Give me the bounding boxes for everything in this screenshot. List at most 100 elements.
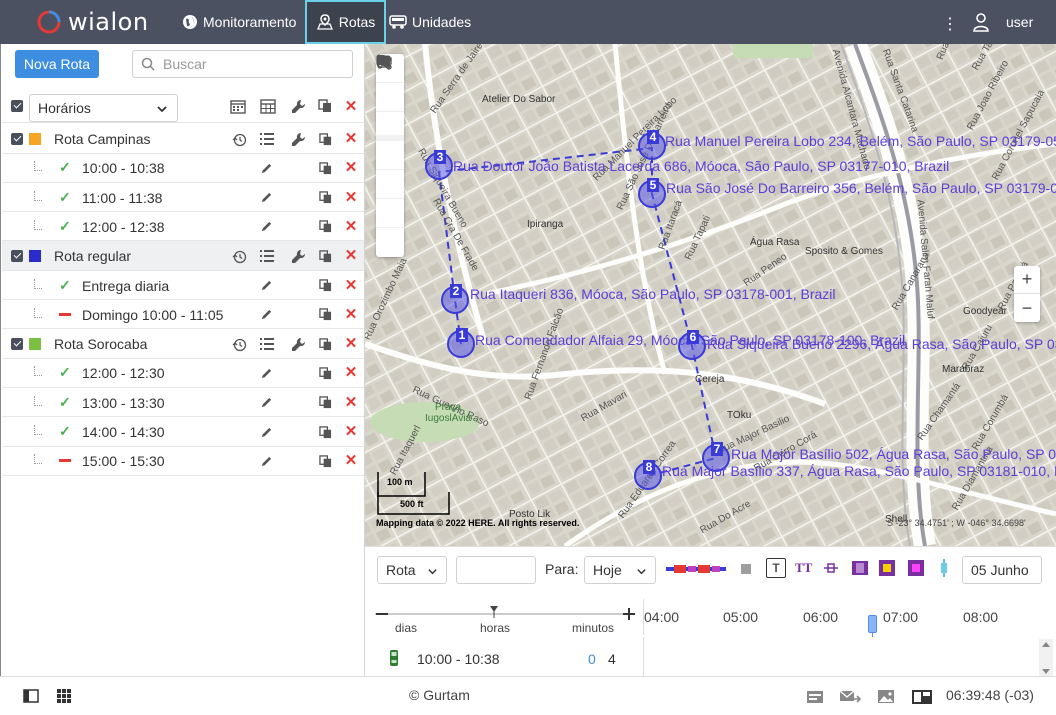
poi-label[interactable]: Goodyear [963, 306, 1007, 317]
copy-icon[interactable] [317, 307, 333, 323]
map-view[interactable]: Rua Serra de Jaire Rua Siqueira Bueno Rua … [365, 44, 1056, 546]
view-select[interactable]: Horários [29, 94, 178, 122]
zoom-in-button[interactable]: + [1014, 266, 1040, 294]
timeline-hours-axis[interactable]: 04:00 05:00 06:00 07:00 08:00 [643, 599, 1056, 677]
image-icon[interactable] [877, 689, 895, 707]
delete-schedule-icon[interactable]: ✕ [343, 452, 359, 469]
tab-monitoring[interactable]: Monitoramento [182, 0, 296, 44]
delete-route-icon[interactable]: ✕ [343, 130, 359, 147]
delete-schedule-icon[interactable]: ✕ [343, 189, 359, 206]
timeline-row[interactable]: 10:00 - 10:38 0 4 [365, 637, 1056, 677]
list-icon[interactable] [259, 248, 275, 264]
edit-pencil-icon[interactable] [258, 307, 274, 323]
timeline-mode-select[interactable]: Rota [377, 556, 447, 584]
panel-toggle-icon[interactable] [23, 689, 39, 706]
apps-grid-icon[interactable] [57, 689, 71, 706]
checkpoint-marker[interactable]: 4 [638, 130, 666, 160]
history-icon[interactable] [231, 131, 247, 147]
schedule-row[interactable]: ✓ 12:00 - 12:38 ✕ [2, 212, 364, 242]
poi-label[interactable]: Água Rasa [750, 237, 799, 248]
film-strip-icon[interactable] [852, 561, 868, 578]
tab-routes[interactable]: Rotas [305, 0, 386, 44]
wrench-icon[interactable] [290, 131, 306, 147]
schedule-row[interactable]: ✓ 11:00 - 11:38 ✕ [2, 183, 364, 213]
checkpoint-marker[interactable]: 2 [441, 284, 469, 314]
yellow-square-icon[interactable] [879, 560, 895, 579]
wrench-icon[interactable] [290, 248, 306, 264]
checkpoint-marker[interactable]: 5 [638, 178, 666, 208]
list-icon[interactable] [259, 336, 275, 352]
edit-pencil-icon[interactable] [258, 395, 274, 411]
poi-label[interactable]: TOku [727, 410, 751, 421]
edit-pencil-icon[interactable] [258, 424, 274, 440]
checkpoint-marker[interactable]: 1 [447, 328, 475, 358]
checkpoint-marker[interactable]: 3 [425, 150, 453, 180]
checkpoint-marker[interactable]: 6 [678, 330, 706, 360]
delete-schedule-icon[interactable]: ✕ [343, 394, 359, 411]
schedule-row[interactable]: ✓ 14:00 - 14:30 ✕ [2, 417, 364, 447]
user-icon[interactable] [972, 12, 990, 35]
delete-all-icon[interactable]: ✕ [343, 98, 359, 115]
route-group-row[interactable]: Rota Sorocaba ✕ [2, 329, 364, 359]
text-marker-icon[interactable]: T [766, 558, 786, 578]
map-visibility-tool[interactable] [376, 55, 404, 112]
delete-schedule-icon[interactable]: ✕ [343, 364, 359, 381]
copy-icon[interactable] [317, 278, 333, 294]
expand-tools-button[interactable] [376, 55, 404, 257]
delete-schedule-icon[interactable]: ✕ [343, 159, 359, 176]
cyan-marker-icon[interactable] [939, 559, 949, 580]
copy-icon[interactable] [317, 424, 333, 440]
copy-icon[interactable] [317, 219, 333, 235]
notifications-icon[interactable] [806, 690, 824, 707]
timeline-unit-input[interactable] [456, 556, 536, 584]
new-route-button[interactable]: Nova Rota [15, 50, 99, 78]
edit-pencil-icon[interactable] [258, 278, 274, 294]
poi-label[interactable]: Marabraz [942, 364, 984, 375]
delete-route-icon[interactable]: ✕ [343, 247, 359, 264]
tab-units[interactable]: Unidades [389, 0, 471, 44]
schedule-row[interactable]: ✓ 13:00 - 13:30 ✕ [2, 388, 364, 418]
text-type-icon[interactable]: TT [795, 560, 812, 576]
poi-label[interactable]: Praça IugoslAvia [423, 402, 473, 424]
copy-icon[interactable] [317, 160, 333, 176]
magenta-square-icon[interactable] [908, 560, 924, 579]
delete-schedule-icon[interactable]: ✕ [343, 423, 359, 440]
route-group-checkbox[interactable] [11, 250, 23, 263]
delete-schedule-icon[interactable]: ✕ [343, 306, 359, 323]
schedule-row[interactable]: ✓ 12:00 - 12:30 ✕ [2, 358, 364, 388]
edit-pencil-icon[interactable] [258, 190, 274, 206]
search-input[interactable] [163, 56, 333, 72]
ruler-tool[interactable] [376, 57, 404, 170]
list-icon[interactable] [259, 131, 275, 147]
copy-icon[interactable] [317, 131, 333, 147]
schedule-row[interactable]: Domingo 10:00 - 11:05 ✕ [2, 300, 364, 330]
copy-icon[interactable] [317, 453, 333, 469]
timeline-scale-slider[interactable]: dias horas minutos [365, 601, 645, 637]
checkpoints-tool[interactable] [376, 55, 404, 228]
track-color-legend-icon[interactable] [666, 562, 726, 578]
wrench-icon[interactable] [290, 98, 306, 114]
delete-route-icon[interactable]: ✕ [343, 335, 359, 352]
wrench-icon[interactable] [290, 336, 306, 352]
more-menu-icon[interactable]: ⋮ [942, 14, 958, 34]
history-icon[interactable] [231, 336, 247, 352]
timeline-date-picker[interactable]: 05 Junho [962, 556, 1042, 584]
schedule-row[interactable]: 15:00 - 15:30 ✕ [2, 446, 364, 476]
timeline-scrollbar[interactable] [1039, 639, 1053, 677]
edit-pencil-icon[interactable] [258, 160, 274, 176]
copy-icon[interactable] [317, 365, 333, 381]
edit-pencil-icon[interactable] [258, 453, 274, 469]
stop-square-icon[interactable] [741, 564, 751, 574]
copy-icon[interactable] [317, 395, 333, 411]
layout-icon[interactable] [912, 690, 932, 707]
copy-icon[interactable] [317, 336, 333, 352]
map-layers-tool[interactable] [376, 55, 404, 141]
current-time-handle[interactable] [868, 615, 877, 633]
route-group-checkbox[interactable] [11, 338, 23, 351]
poi-label[interactable]: Ipiranga [527, 219, 563, 230]
copy-icon[interactable] [317, 98, 333, 114]
checkpoint-marker[interactable]: 8 [634, 460, 662, 490]
history-icon[interactable] [231, 248, 247, 264]
wialon-logo[interactable]: wialon [36, 8, 149, 36]
copy-icon[interactable] [317, 248, 333, 264]
